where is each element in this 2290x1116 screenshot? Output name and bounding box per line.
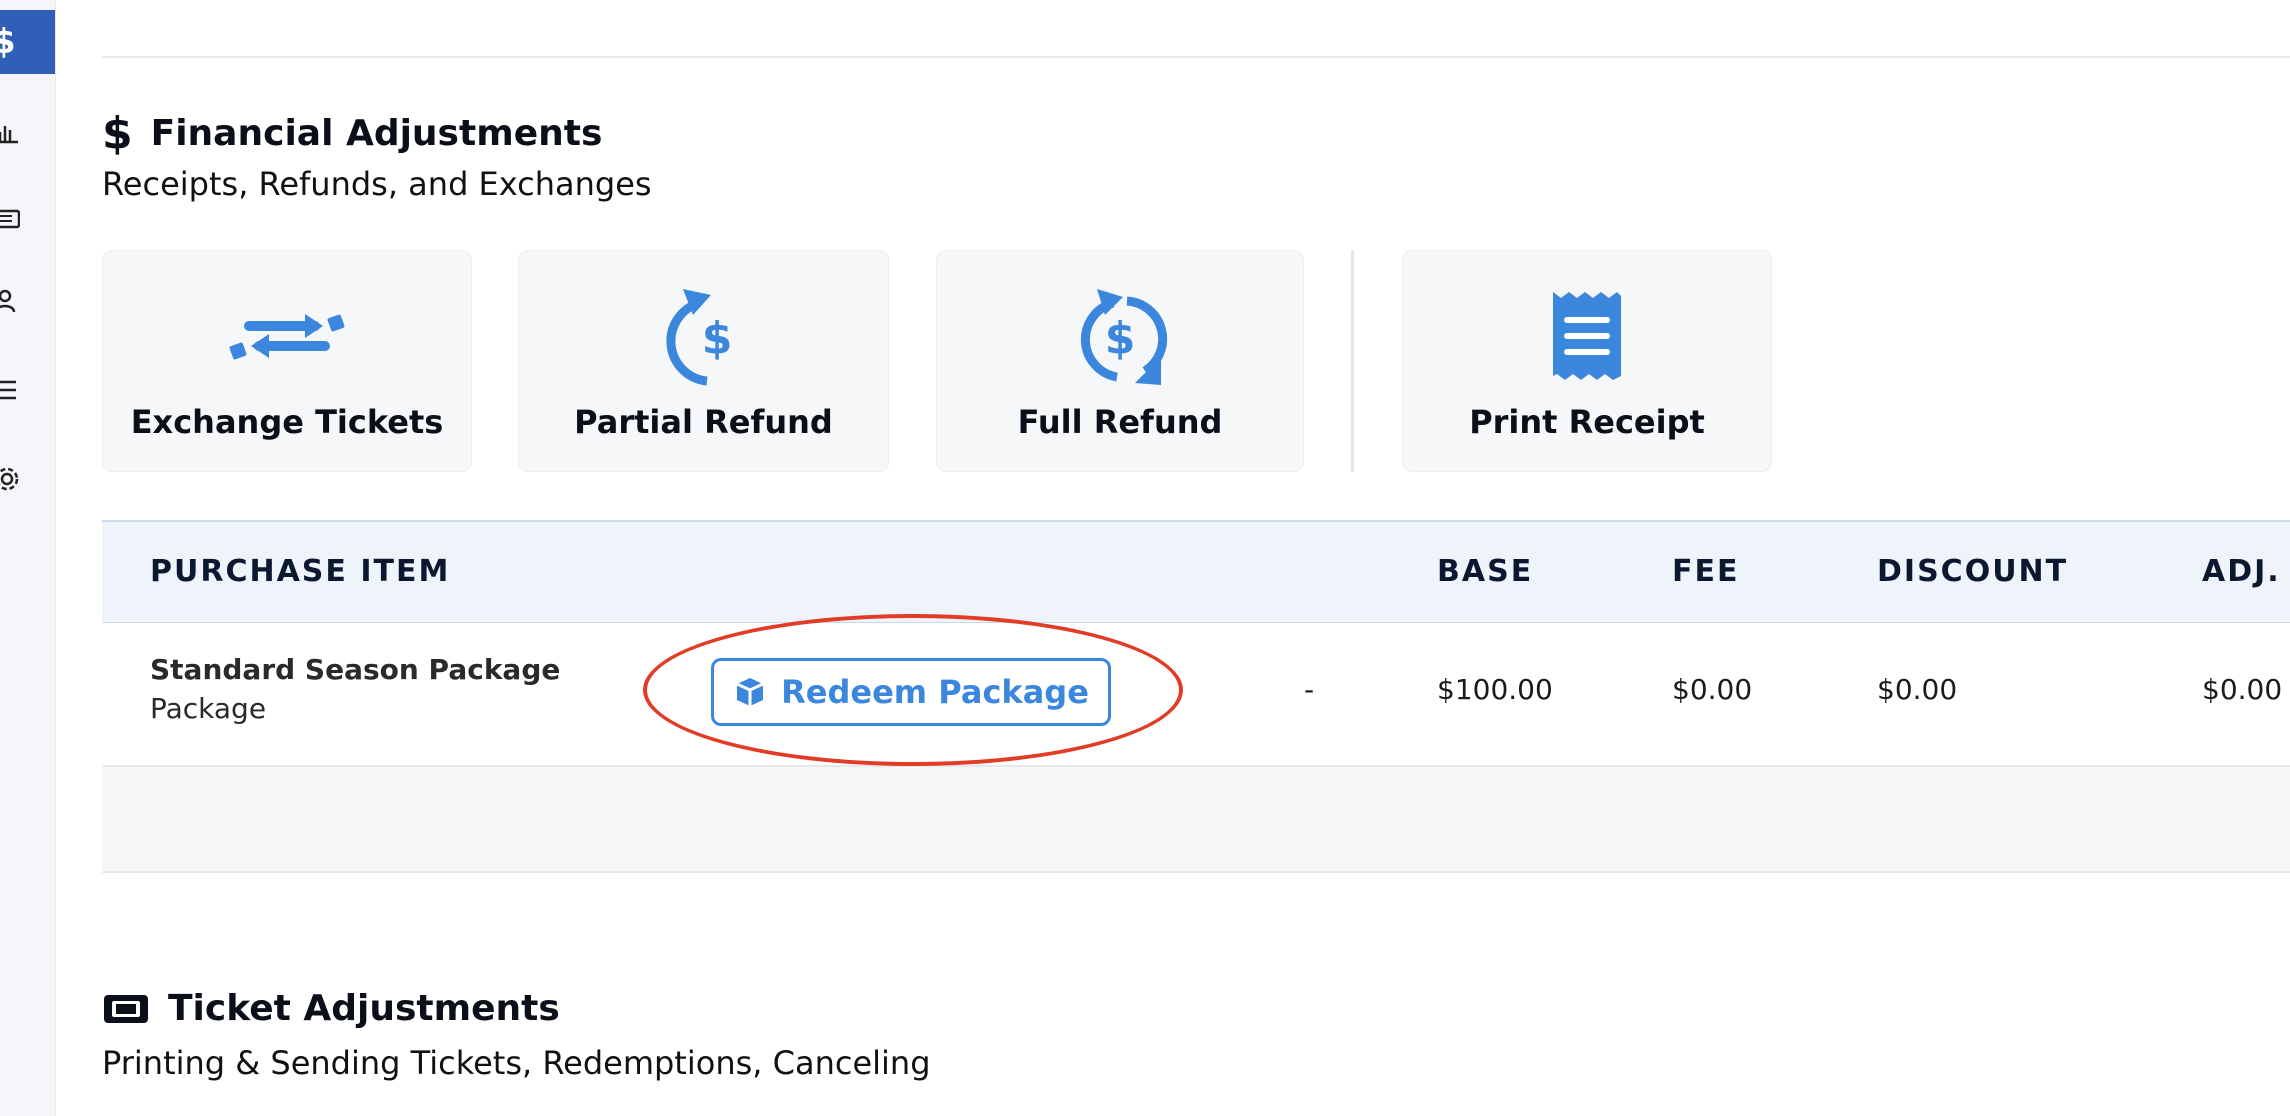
row-dash: - xyxy=(1304,673,1315,706)
header-fee: FEE xyxy=(1672,554,1740,589)
users-icon[interactable] xyxy=(0,288,20,314)
gear-icon[interactable] xyxy=(0,466,20,492)
exchange-icon xyxy=(229,314,345,360)
print-receipt-label: Print Receipt xyxy=(1469,403,1705,441)
exchange-tickets-button[interactable]: Exchange Tickets xyxy=(102,250,472,472)
financial-title-text: Financial Adjustments xyxy=(150,113,603,154)
empty-table-row xyxy=(102,767,2290,873)
package-icon xyxy=(736,678,764,706)
item-cell: Standard Season Package Package xyxy=(150,653,560,725)
chart-icon[interactable] xyxy=(0,118,20,144)
partial-refund-icon: $ xyxy=(665,289,732,386)
print-receipt-button[interactable]: Print Receipt xyxy=(1402,250,1772,472)
dollar-icon: $ xyxy=(0,22,16,62)
ticket-icon xyxy=(104,994,148,1023)
dollar-icon: $ xyxy=(102,108,133,159)
partial-refund-button[interactable]: $ Partial Refund xyxy=(518,250,889,472)
tile-divider xyxy=(1351,250,1354,472)
financial-subtitle: Receipts, Refunds, and Exchanges xyxy=(102,165,652,203)
ticket-section-title: Ticket Adjustments xyxy=(102,988,560,1029)
full-refund-label: Full Refund xyxy=(1017,403,1223,441)
redeem-package-button[interactable]: Redeem Package xyxy=(711,658,1111,726)
ticket-title-text: Ticket Adjustments xyxy=(168,988,560,1029)
item-name: Standard Season Package xyxy=(150,653,561,686)
sidebar-item-financial[interactable]: $ xyxy=(0,10,55,74)
receipt-icon xyxy=(1553,292,1621,380)
svg-text:$: $ xyxy=(701,313,732,364)
fee-value: $0.00 xyxy=(1672,673,1753,706)
sidebar: $ xyxy=(0,0,56,1116)
header-adj: ADJ. xyxy=(2202,554,2281,589)
ticket-subtitle: Printing & Sending Tickets, Redemptions,… xyxy=(102,1044,931,1082)
purchase-table-header: PURCHASE ITEM BASE FEE DISCOUNT ADJ. xyxy=(102,520,2290,625)
table-row: Standard Season Package Package - $100.0… xyxy=(102,623,2290,767)
top-divider xyxy=(102,56,2290,58)
ticket-icon[interactable] xyxy=(0,206,20,232)
header-discount: DISCOUNT xyxy=(1877,554,2069,589)
redeem-package-label: Redeem Package xyxy=(781,673,1089,711)
list-icon[interactable] xyxy=(0,377,20,403)
base-value: $100.00 xyxy=(1437,673,1553,706)
header-purchase-item: PURCHASE ITEM xyxy=(150,554,451,589)
discount-value: $0.00 xyxy=(1877,673,1958,706)
svg-text:$: $ xyxy=(1105,313,1136,364)
partial-refund-label: Partial Refund xyxy=(574,403,833,441)
full-refund-button[interactable]: $ Full Refund xyxy=(936,250,1304,472)
exchange-tickets-label: Exchange Tickets xyxy=(130,403,444,441)
header-base: BASE xyxy=(1437,554,1534,589)
full-refund-icon: $ xyxy=(1080,289,1168,385)
adj-value: $0.00 xyxy=(2202,673,2283,706)
financial-section-title: $ Financial Adjustments xyxy=(102,108,602,159)
item-type: Package xyxy=(150,692,267,725)
